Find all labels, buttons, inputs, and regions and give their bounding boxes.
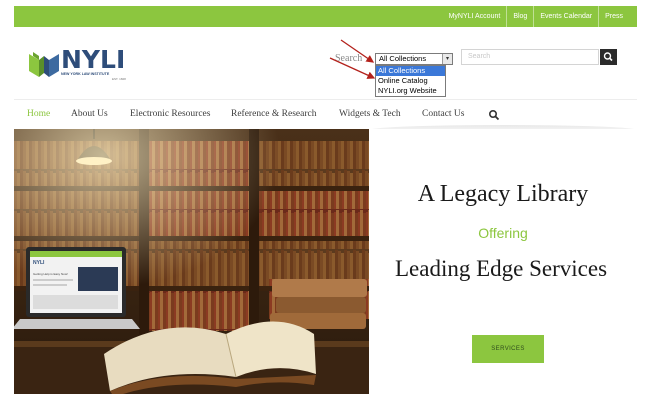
annotation-arrow-1 <box>340 39 375 63</box>
nav-contact-us[interactable]: Contact Us <box>422 109 464 119</box>
hero-text-panel: A Legacy Library Offering Leading Edge S… <box>369 129 637 394</box>
nav-electronic-resources[interactable]: Electronic Resources <box>130 109 210 119</box>
laptop-screen-brand: NYLI <box>33 260 45 266</box>
nav-widgets-tech[interactable]: Widgets & Tech <box>339 109 401 119</box>
hero-image: NYLI Getting Help is Easy Now! <box>14 129 369 394</box>
search-input[interactable]: Search <box>461 49 599 65</box>
nav-about-us[interactable]: About Us <box>71 109 108 119</box>
search-icon <box>603 52 613 62</box>
hero-tagline: Leading Edge Services <box>394 256 608 281</box>
nav-reference-research[interactable]: Reference & Research <box>231 109 316 119</box>
search-button[interactable] <box>600 49 617 65</box>
annotation-arrow-2 <box>329 57 376 79</box>
laptop-screen-heading: Getting Help is Easy Now! <box>33 272 68 276</box>
nav-search-icon[interactable] <box>488 109 500 121</box>
services-button[interactable]: SERVICES <box>472 335 544 363</box>
laptop: NYLI Getting Help is Easy Now! <box>14 247 140 329</box>
nav-home[interactable]: Home <box>27 109 50 119</box>
hero-subline: Offering <box>478 225 528 241</box>
hero-headline: A Legacy Library <box>417 181 589 207</box>
library-illustration: NYLI Getting Help is Easy Now! <box>14 129 369 394</box>
